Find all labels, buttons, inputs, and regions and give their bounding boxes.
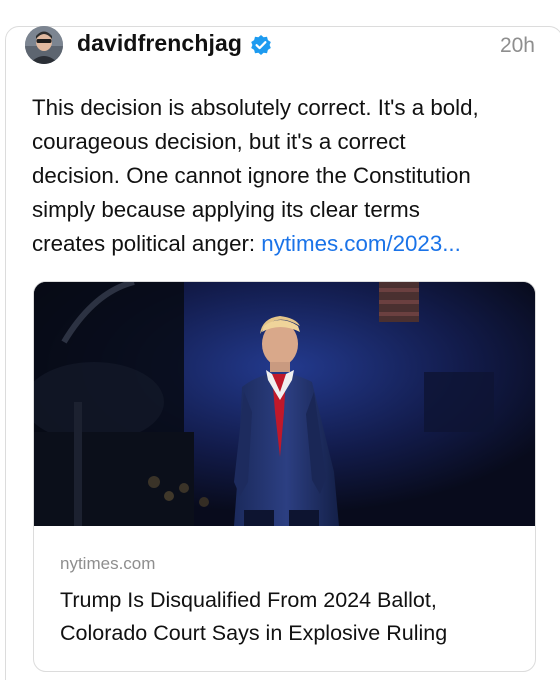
headline-line: Trump Is Disqualified From 2024 Ballot, bbox=[60, 588, 437, 612]
article-photo-illustration bbox=[34, 282, 535, 526]
article-photo[interactable] bbox=[34, 282, 535, 526]
avatar[interactable] bbox=[25, 26, 63, 64]
post-text-line: simply because applying its clear terms bbox=[32, 197, 420, 222]
link-preview-card[interactable]: nytimes.com Trump Is Disqualified From 2… bbox=[33, 281, 536, 672]
article-link[interactable]: nytimes.com/2023... bbox=[261, 231, 461, 256]
avatar-photo bbox=[25, 26, 63, 64]
post-text-line: This decision is absolutely correct. It'… bbox=[32, 95, 479, 120]
previous-post-fragment bbox=[0, 0, 560, 8]
post-timestamp: 20h bbox=[499, 34, 535, 57]
article-headline[interactable]: Trump Is Disqualified From 2024 Ballot, … bbox=[60, 584, 520, 650]
headline-line: Colorado Court Says in Explosive Ruling bbox=[60, 621, 448, 645]
post-text-line-with-link: creates political anger: nytimes.com/202… bbox=[32, 227, 537, 261]
verified-badge-icon bbox=[250, 34, 272, 56]
post-body: This decision is absolutely correct. It'… bbox=[32, 91, 537, 261]
post-header: davidfrenchjag 20h bbox=[25, 26, 535, 66]
post-text-line: decision. One cannot ignore the Constitu… bbox=[32, 163, 471, 188]
link-source-domain: nytimes.com bbox=[60, 554, 156, 573]
post-text-line: creates political anger: bbox=[32, 231, 262, 256]
author-handle[interactable]: davidfrenchjag bbox=[77, 30, 242, 57]
post-text-line: courageous decision, but it's a correct bbox=[32, 129, 406, 154]
threads-post-screenshot: davidfrenchjag 20h This decision is abso… bbox=[0, 0, 560, 680]
